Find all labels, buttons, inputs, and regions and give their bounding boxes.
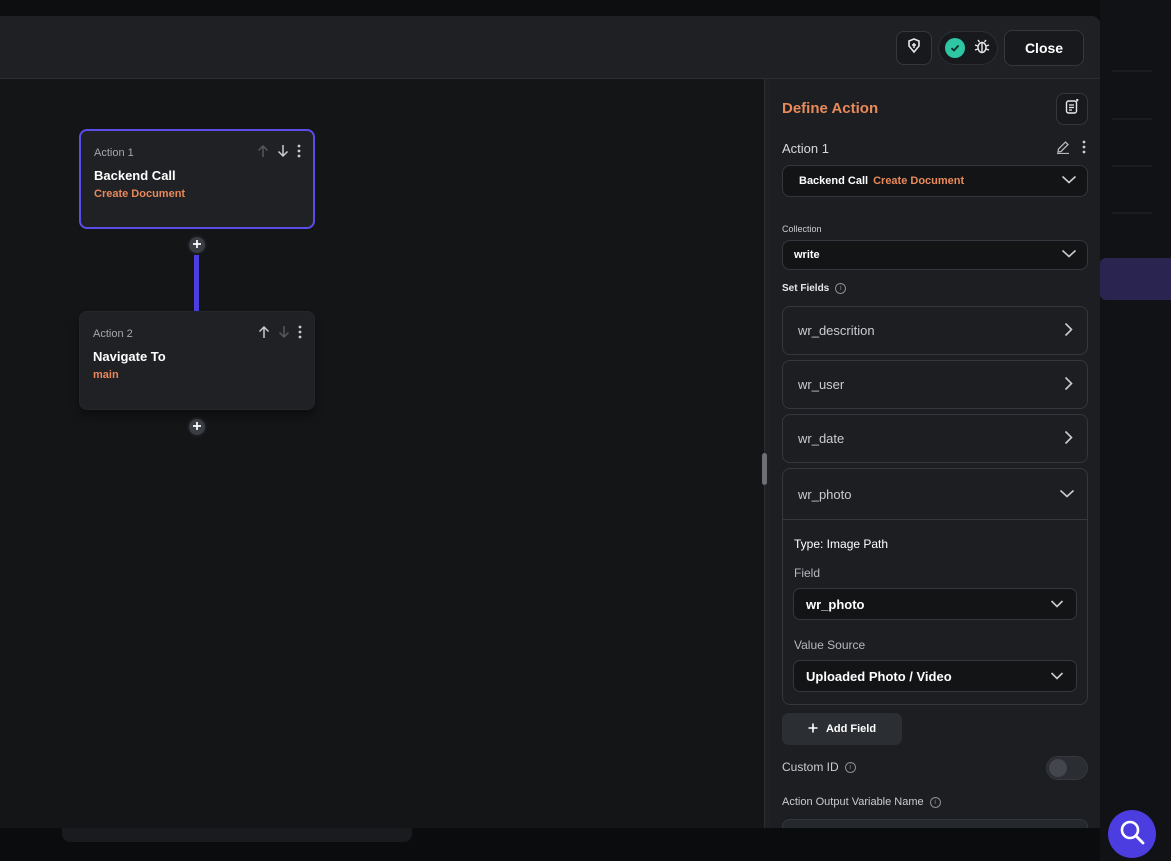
value-source-label: Value Source bbox=[794, 638, 866, 652]
arrow-down-icon[interactable] bbox=[278, 325, 290, 344]
output-variable-header: Action Output Variable Name i bbox=[782, 796, 941, 808]
action-node-1[interactable]: Action 1 Backend Call Create Document bbox=[79, 129, 315, 229]
more-vertical-icon[interactable] bbox=[298, 325, 302, 344]
info-icon[interactable]: i bbox=[844, 761, 856, 773]
field-label: Field bbox=[794, 566, 821, 580]
bug-icon[interactable] bbox=[973, 37, 991, 60]
modal-header: Close bbox=[0, 16, 1100, 79]
node-label: Action 1 bbox=[94, 147, 134, 159]
output-variable-input[interactable] bbox=[782, 819, 1088, 828]
field-name: wr_user bbox=[798, 377, 845, 392]
collection-value: write bbox=[794, 249, 820, 261]
field-name: wr_date bbox=[798, 431, 845, 446]
plus-icon bbox=[192, 418, 202, 436]
node-subtitle: Create Document bbox=[94, 188, 186, 200]
collection-select[interactable]: write bbox=[782, 240, 1088, 270]
search-icon bbox=[1118, 818, 1146, 851]
chevron-right-icon bbox=[1064, 430, 1073, 448]
node-title: Backend Call bbox=[94, 168, 176, 183]
value-source-value: Uploaded Photo / Video bbox=[806, 668, 952, 684]
field-select[interactable]: wr_photo bbox=[793, 588, 1077, 620]
backdrop-scrollbar bbox=[62, 828, 412, 842]
action-type-label: Backend Call bbox=[799, 175, 869, 187]
status-group bbox=[938, 31, 998, 65]
chevron-down-icon bbox=[1050, 669, 1064, 684]
action-editor-modal: Close Action 1 Backend Call Create Docum… bbox=[0, 16, 1100, 828]
field-row-wr-photo-expanded: wr_photo Type: Image Path Field wr_photo… bbox=[782, 468, 1088, 705]
set-fields-label: Set Fields bbox=[782, 283, 830, 294]
arrow-up-icon[interactable] bbox=[258, 325, 270, 344]
arrow-down-icon[interactable] bbox=[277, 144, 289, 163]
add-field-label: Add Field bbox=[825, 723, 877, 735]
field-type: Type: Image Path bbox=[794, 537, 889, 551]
add-action-button[interactable] bbox=[187, 235, 207, 255]
output-variable-label: Action Output Variable Name bbox=[782, 796, 924, 808]
backdrop-line bbox=[1112, 118, 1152, 120]
node-subtitle: main bbox=[93, 369, 119, 381]
backdrop-top bbox=[0, 0, 1171, 16]
action-flow-canvas[interactable]: Action 1 Backend Call Create Document Ac… bbox=[0, 79, 764, 828]
document-icon bbox=[1064, 98, 1080, 120]
info-icon[interactable]: i bbox=[929, 796, 941, 808]
custom-id-label: Custom ID bbox=[782, 760, 839, 774]
docs-button[interactable] bbox=[1056, 93, 1088, 125]
chevron-right-icon bbox=[1064, 322, 1073, 340]
backdrop-line bbox=[1112, 70, 1152, 72]
backdrop-line bbox=[1112, 212, 1152, 214]
action-node-2[interactable]: Action 2 Navigate To main bbox=[79, 311, 315, 410]
chevron-down-icon bbox=[1059, 487, 1075, 502]
toggle-knob bbox=[1049, 759, 1067, 777]
backdrop-right bbox=[1100, 0, 1171, 861]
value-source-select[interactable]: Uploaded Photo / Video bbox=[793, 660, 1077, 692]
field-name: wr_descrition bbox=[798, 323, 875, 338]
action-type-select[interactable]: Backend Call Create Document bbox=[782, 165, 1088, 197]
plus-icon bbox=[808, 723, 818, 736]
action-operation-label: Create Document bbox=[873, 175, 965, 187]
field-row-wr-descrition[interactable]: wr_descrition bbox=[782, 306, 1088, 355]
field-row-wr-date[interactable]: wr_date bbox=[782, 414, 1088, 463]
more-vertical-icon[interactable] bbox=[297, 144, 301, 163]
arrow-up-icon[interactable] bbox=[257, 144, 269, 163]
field-row-wr-user[interactable]: wr_user bbox=[782, 360, 1088, 409]
action-name: Action 1 bbox=[782, 141, 829, 156]
backdrop-highlight bbox=[1100, 258, 1171, 300]
node-label: Action 2 bbox=[93, 328, 133, 340]
field-name: wr_photo bbox=[798, 486, 852, 502]
flow-connector bbox=[194, 255, 199, 311]
chevron-right-icon bbox=[1064, 376, 1073, 394]
define-action-panel: Define Action Action 1 Backend Call Crea… bbox=[770, 79, 1100, 828]
field-row-wr-photo[interactable]: wr_photo bbox=[783, 469, 1087, 520]
panel-title: Define Action bbox=[782, 100, 879, 117]
set-fields-header: Set Fields i bbox=[782, 283, 847, 294]
magic-wand-icon bbox=[905, 37, 923, 60]
add-field-button[interactable]: Add Field bbox=[782, 713, 902, 745]
action-tools bbox=[1056, 140, 1086, 159]
node-controls bbox=[257, 144, 301, 163]
custom-id-row: Custom ID i bbox=[782, 760, 856, 774]
more-vertical-icon[interactable] bbox=[1082, 140, 1086, 159]
collection-label: Collection bbox=[782, 224, 822, 234]
node-controls bbox=[258, 325, 302, 344]
chevron-down-icon bbox=[1050, 597, 1064, 612]
node-title: Navigate To bbox=[93, 349, 166, 364]
add-action-button[interactable] bbox=[187, 417, 207, 437]
chevron-down-icon bbox=[1061, 249, 1077, 262]
custom-id-toggle[interactable] bbox=[1046, 756, 1088, 780]
magic-button[interactable] bbox=[896, 31, 932, 65]
chevron-down-icon bbox=[1061, 175, 1077, 188]
pencil-icon[interactable] bbox=[1056, 140, 1070, 159]
check-circle-icon[interactable] bbox=[945, 38, 965, 58]
splitter-handle[interactable] bbox=[762, 453, 767, 485]
info-icon[interactable]: i bbox=[835, 283, 847, 294]
plus-icon bbox=[192, 236, 202, 254]
field-select-value: wr_photo bbox=[806, 596, 865, 612]
close-button[interactable]: Close bbox=[1004, 30, 1084, 66]
backdrop-line bbox=[1112, 165, 1152, 167]
search-button[interactable] bbox=[1108, 810, 1156, 858]
